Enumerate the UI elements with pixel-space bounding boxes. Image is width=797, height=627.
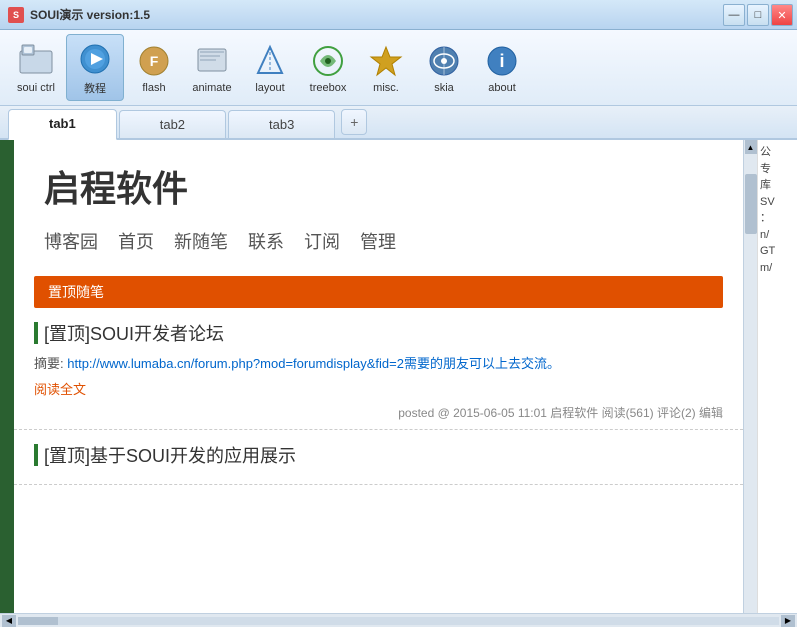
content-area: 启程软件 博客园 首页 新随笔 联系 订阅 管理 置顶随笔 [置顶]SOUI开发…	[14, 140, 743, 613]
post-item-1: [置顶]SOUI开发者论坛 摘要: http://www.lumaba.cn/f…	[14, 308, 743, 430]
scroll-right-button[interactable]: ▶	[781, 615, 795, 627]
left-accent-bar	[0, 140, 14, 613]
right-panel-line-1: 公	[760, 144, 795, 161]
toolbar-label-skia: skia	[434, 82, 454, 94]
toolbar-item-tutorial[interactable]: 教程	[66, 34, 124, 101]
minimize-button[interactable]: —	[723, 4, 745, 26]
pinned-header: 置顶随笔	[34, 276, 723, 308]
post-title-accent-1	[34, 322, 38, 344]
right-panel-line-3: 库	[760, 177, 795, 194]
toolbar-item-misc[interactable]: misc.	[358, 37, 414, 98]
right-panel-line-8: m/	[760, 260, 795, 277]
toolbar-label-flash: flash	[142, 82, 165, 94]
post-title-1: [置顶]SOUI开发者论坛	[34, 320, 723, 346]
blog-title: 启程软件	[44, 160, 713, 212]
flash-icon: F	[134, 41, 174, 81]
right-panel-line-7: GT	[760, 243, 795, 260]
toolbar-item-flash[interactable]: F flash	[126, 37, 182, 98]
scroll-track	[18, 617, 779, 625]
toolbar-label-misc: misc.	[373, 82, 399, 94]
tab-bar: tab1 tab2 tab3 +	[0, 106, 797, 140]
tutorial-icon	[75, 39, 115, 79]
about-icon: i	[482, 41, 522, 81]
post-title-2: [置顶]基于SOUI开发的应用展示	[34, 442, 723, 468]
toolbar-item-soui-ctrl[interactable]: soui ctrl	[8, 37, 64, 98]
soui-ctrl-icon	[16, 41, 56, 81]
svg-text:i: i	[499, 51, 504, 71]
post-meta-1: posted @ 2015-06-05 11:01 启程软件 阅读(561) 评…	[34, 404, 723, 421]
blog-header: 启程软件 博客园 首页 新随笔 联系 订阅 管理	[14, 140, 743, 264]
post-summary-1: 摘要: http://www.lumaba.cn/forum.php?mod=f…	[34, 354, 723, 375]
toolbar-label-treebox: treebox	[310, 82, 347, 94]
toolbar-label-soui-ctrl: soui ctrl	[17, 82, 55, 94]
scroll-thumb-h[interactable]	[18, 617, 58, 625]
close-button[interactable]: ✕	[771, 4, 793, 26]
svg-text:F: F	[150, 53, 159, 69]
nav-item-contact[interactable]: 联系	[248, 228, 284, 254]
post-link-1[interactable]: http://www.lumaba.cn/forum.php?mod=forum…	[67, 356, 560, 371]
nav-item-home[interactable]: 首页	[118, 228, 154, 254]
treebox-icon	[308, 41, 348, 81]
nav-item-blog[interactable]: 博客园	[44, 228, 98, 254]
maximize-button[interactable]: □	[747, 4, 769, 26]
tab-tab1[interactable]: tab1	[8, 109, 117, 140]
right-panel-line-6: n/	[760, 227, 795, 244]
toolbar-item-about[interactable]: i about	[474, 37, 530, 98]
toolbar-item-skia[interactable]: skia	[416, 37, 472, 98]
toolbar-item-layout[interactable]: layout	[242, 37, 298, 98]
tab-tab3[interactable]: tab3	[228, 110, 335, 138]
bottom-scrollbar[interactable]: ◀ ▶	[0, 613, 797, 627]
nav-item-admin[interactable]: 管理	[360, 228, 396, 254]
skia-icon	[424, 41, 464, 81]
app-icon: S	[8, 7, 24, 23]
animate-icon	[192, 41, 232, 81]
main-content: 启程软件 博客园 首页 新随笔 联系 订阅 管理 置顶随笔 [置顶]SOUI开发…	[0, 140, 797, 613]
toolbar-item-treebox[interactable]: treebox	[300, 37, 356, 98]
toolbar-label-animate: animate	[192, 82, 231, 94]
nav-item-new-post[interactable]: 新随笔	[174, 228, 228, 254]
nav-item-subscribe[interactable]: 订阅	[304, 228, 340, 254]
post-read-more-1[interactable]: 阅读全文	[34, 379, 723, 398]
toolbar-label-about: about	[488, 82, 516, 94]
window-controls: — □ ✕	[723, 4, 793, 26]
title-bar: S SOUI演示 version:1.5 — □ ✕	[0, 0, 797, 30]
right-panel-line-5: ：	[760, 210, 795, 227]
right-panel-line-2: 专	[760, 161, 795, 178]
post-title-accent-2	[34, 444, 38, 466]
post-item-2: [置顶]基于SOUI开发的应用展示	[14, 430, 743, 485]
right-scrollbar[interactable]: ▲	[743, 140, 757, 613]
toolbar-label-tutorial: 教程	[84, 80, 106, 96]
blog-nav: 博客园 首页 新随笔 联系 订阅 管理	[44, 228, 713, 254]
misc-icon	[366, 41, 406, 81]
title-bar-text: SOUI演示 version:1.5	[30, 6, 150, 23]
layout-icon	[250, 41, 290, 81]
right-panel: 公 专 库 SV ： n/ GT m/	[757, 140, 797, 613]
toolbar-item-animate[interactable]: animate	[184, 37, 240, 98]
scroll-left-button[interactable]: ◀	[2, 615, 16, 627]
toolbar-label-layout: layout	[255, 82, 284, 94]
toolbar: soui ctrl 教程 F flash	[0, 30, 797, 106]
right-panel-line-4: SV	[760, 194, 795, 211]
tab-tab2[interactable]: tab2	[119, 110, 226, 138]
tab-add-button[interactable]: +	[341, 109, 367, 135]
scroll-thumb[interactable]	[745, 174, 757, 234]
